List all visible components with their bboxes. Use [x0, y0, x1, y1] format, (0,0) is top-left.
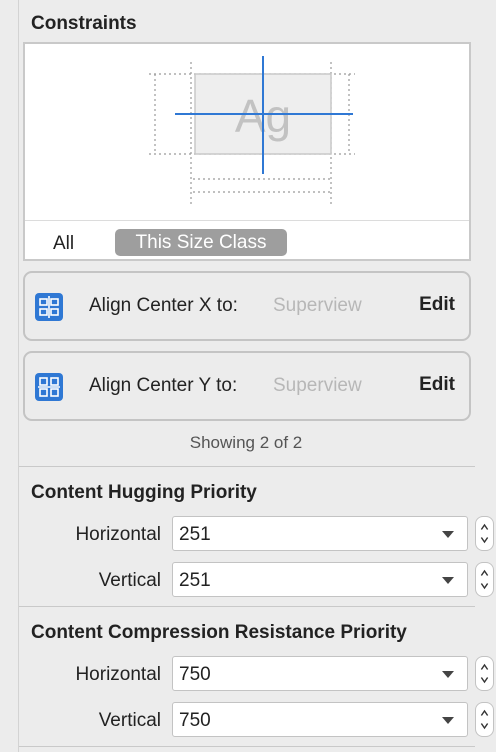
hugging-vertical-label: Vertical	[98, 570, 161, 591]
compression-horizontal-value: 750	[179, 664, 211, 685]
constraint-row-center-y[interactable]: Align Center Y to: Superview Edit	[23, 351, 471, 421]
constraints-count: Showing 2 of 2	[189, 433, 303, 452]
constraint-row-center-x[interactable]: Align Center X to: Superview Edit	[23, 271, 471, 341]
compression-horizontal-select[interactable]: 750	[172, 656, 468, 691]
constraints-diagram: Ag	[149, 56, 355, 204]
constraint-target: Superview	[273, 375, 362, 396]
constraint-target: Superview	[273, 295, 362, 316]
compression-horizontal-label: Horizontal	[75, 664, 161, 685]
section-divider	[19, 466, 475, 467]
content-compression-title: Content Compression Resistance Priority	[31, 622, 407, 643]
size-inspector-panel: Constraints Ag All This Size Class Align…	[18, 0, 496, 752]
hugging-horizontal-stepper[interactable]	[475, 516, 494, 551]
constraint-label: Align Center Y to:	[89, 375, 238, 396]
compression-vertical-value: 750	[179, 710, 211, 731]
compression-horizontal-stepper[interactable]	[475, 656, 494, 691]
hugging-vertical-stepper[interactable]	[475, 562, 494, 597]
chevron-down-icon	[442, 671, 454, 678]
hugging-vertical-value: 251	[179, 570, 211, 591]
compression-vertical-label: Vertical	[98, 710, 161, 731]
compression-vertical-select[interactable]: 750	[172, 702, 468, 737]
edit-constraint-button[interactable]: Edit	[419, 294, 455, 316]
hugging-horizontal-label: Horizontal	[75, 524, 161, 545]
scope-this-size-class-button[interactable]: This Size Class	[115, 229, 287, 256]
constraints-preview: Ag All This Size Class	[23, 42, 471, 261]
chevron-down-icon	[442, 717, 454, 724]
chevron-down-icon	[442, 577, 454, 584]
hugging-horizontal-select[interactable]: 251	[172, 516, 468, 551]
hugging-vertical-select[interactable]: 251	[172, 562, 468, 597]
section-divider	[19, 746, 475, 747]
scope-all-button[interactable]: All	[53, 233, 74, 255]
chevron-down-icon	[442, 531, 454, 538]
content-hugging-title: Content Hugging Priority	[31, 482, 257, 503]
size-class-scope-bar: All This Size Class	[25, 220, 469, 259]
constraint-label: Align Center X to:	[89, 295, 238, 316]
compression-vertical-stepper[interactable]	[475, 702, 494, 737]
constraints-title: Constraints	[31, 13, 137, 34]
align-center-y-icon	[35, 373, 63, 401]
align-center-x-icon	[35, 293, 63, 321]
hugging-horizontal-value: 251	[179, 524, 211, 545]
section-divider	[19, 606, 475, 607]
edit-constraint-button[interactable]: Edit	[419, 374, 455, 396]
